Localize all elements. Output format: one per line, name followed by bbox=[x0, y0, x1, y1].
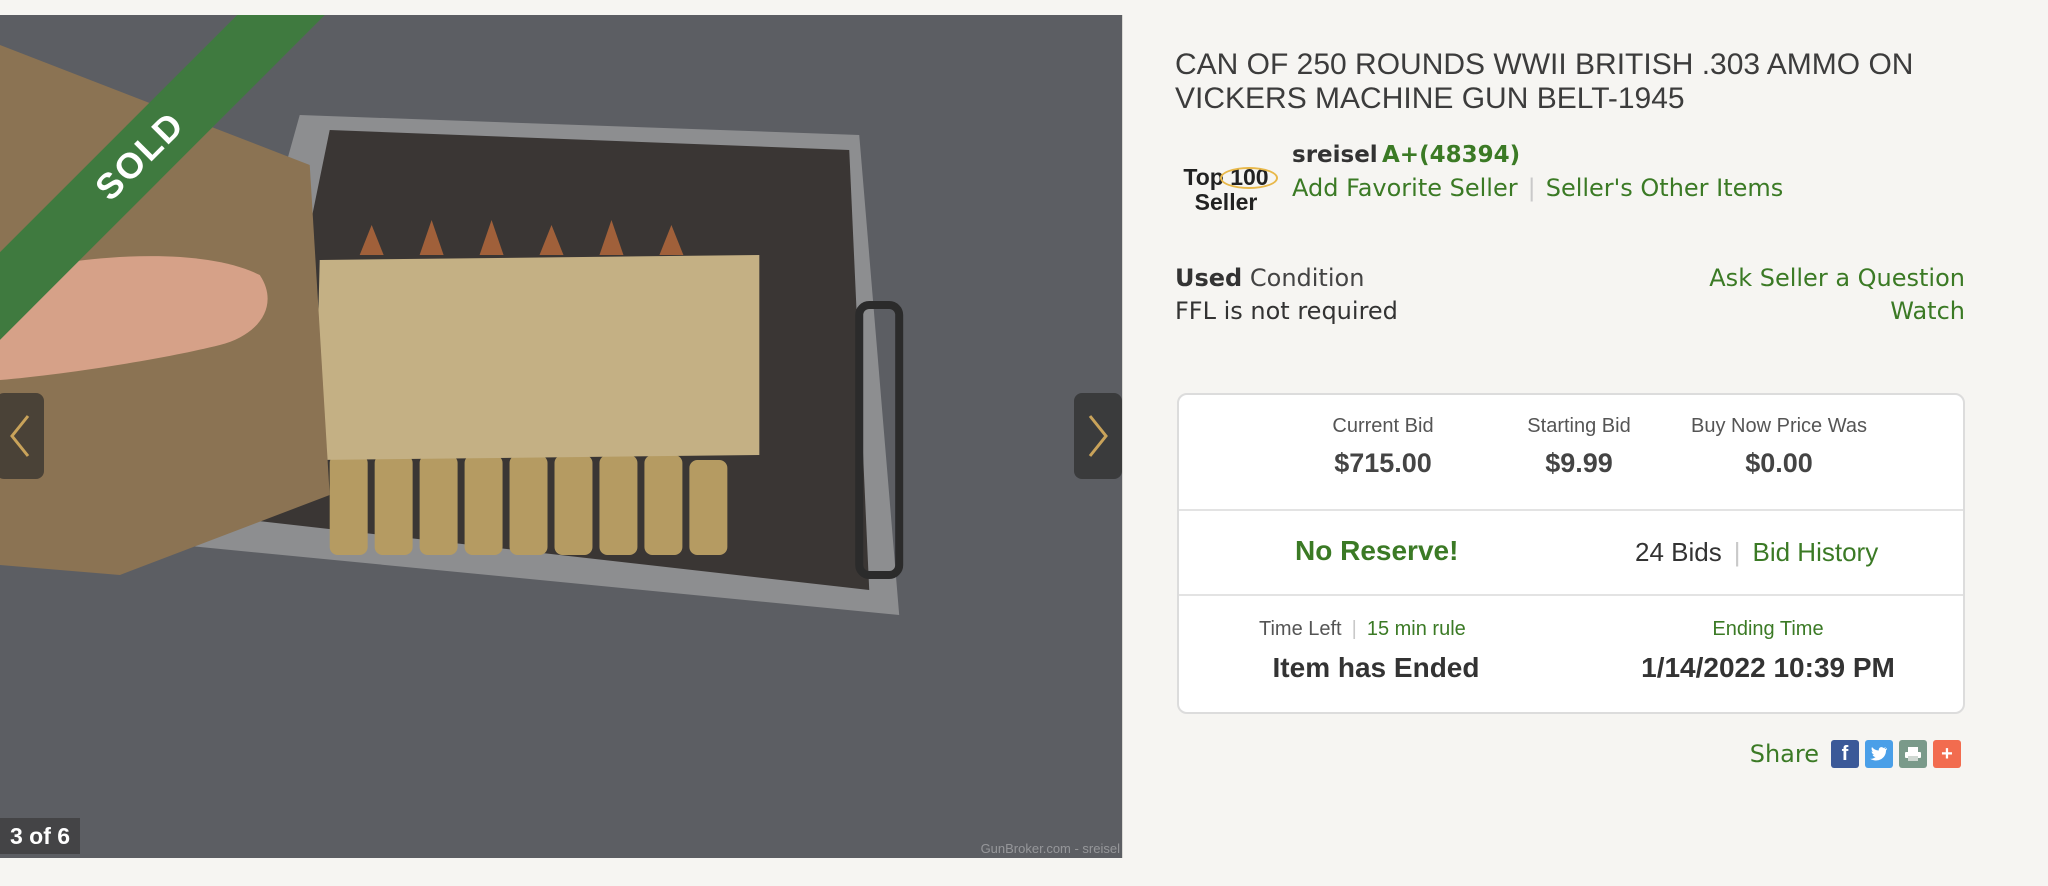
time-left-label-row: Time Left | 15 min rule bbox=[1259, 618, 1466, 641]
ask-seller-question-link[interactable]: Ask Seller a Question bbox=[1709, 264, 1965, 292]
time-left-value: Item has Ended bbox=[1272, 652, 1480, 683]
share-label: Share bbox=[1749, 740, 1819, 768]
divider: | bbox=[1733, 537, 1741, 567]
time-row: Time Left | 15 min rule Item has Ended End… bbox=[1179, 596, 1963, 714]
ending-time-value: 1/14/2022 10:39 PM bbox=[1641, 652, 1895, 683]
buy-now-label: Buy Now Price Was bbox=[1691, 415, 1867, 437]
chevron-right-icon bbox=[1088, 415, 1108, 457]
current-bid: Current Bid $715.00 bbox=[1303, 415, 1463, 479]
facebook-icon[interactable]: f bbox=[1831, 740, 1859, 768]
twitter-icon[interactable] bbox=[1865, 740, 1893, 768]
print-icon[interactable] bbox=[1899, 740, 1927, 768]
divider: | bbox=[1527, 174, 1536, 202]
image-counter: 3 of 6 bbox=[0, 818, 81, 854]
top-100-seller-badge: Top 100 Seller bbox=[1180, 165, 1278, 221]
fifteen-min-rule-link[interactable]: 15 min rule bbox=[1367, 618, 1466, 640]
seller-other-items-link[interactable]: Seller's Other Items bbox=[1546, 174, 1784, 202]
current-bid-label: Current Bid bbox=[1332, 415, 1434, 437]
current-bid-value: $715.00 bbox=[1334, 448, 1432, 478]
share-bar: Share f + bbox=[1750, 740, 1961, 768]
chevron-left-icon bbox=[10, 415, 30, 457]
badge-ring-icon bbox=[1220, 167, 1278, 189]
seller-links: Add Favorite Seller | Seller's Other Items bbox=[1292, 174, 1783, 202]
condition-value: Used bbox=[1175, 264, 1243, 292]
image-gallery[interactable]: SOLD 3 of 6 GunBroker.com - sreisel bbox=[0, 15, 1123, 858]
divider: | bbox=[1351, 618, 1357, 640]
watermark: GunBroker.com - sreisel bbox=[980, 841, 1120, 856]
add-favorite-seller-link[interactable]: Add Favorite Seller bbox=[1292, 174, 1518, 202]
bid-count: 24 Bids bbox=[1635, 537, 1722, 567]
watch-link[interactable]: Watch bbox=[1890, 297, 1965, 325]
starting-bid: Starting Bid $9.99 bbox=[1499, 415, 1659, 479]
reserve-row: No Reserve! 24 Bids | Bid History bbox=[1179, 511, 1963, 596]
ffl-status: FFL is not required bbox=[1175, 297, 1398, 325]
more-icon[interactable]: + bbox=[1933, 740, 1961, 768]
ending-time-label: Ending Time bbox=[1712, 618, 1824, 640]
listing-title: CAN OF 250 ROUNDS WWII BRITISH .303 AMMO… bbox=[1175, 48, 1914, 115]
reserve-status: No Reserve! bbox=[1295, 535, 1459, 566]
seller-name[interactable]: sreisel bbox=[1292, 142, 1378, 168]
starting-bid-label: Starting Bid bbox=[1527, 415, 1631, 437]
previous-image-button[interactable] bbox=[0, 393, 44, 479]
price-row: Current Bid $715.00 Starting Bid $9.99 B… bbox=[1179, 395, 1963, 511]
seller-rating[interactable]: A+(48394) bbox=[1382, 142, 1520, 168]
bid-history-link[interactable]: Bid History bbox=[1753, 537, 1879, 567]
condition: Used Condition bbox=[1175, 264, 1364, 292]
condition-label: Condition bbox=[1249, 264, 1365, 292]
next-image-button[interactable] bbox=[1074, 393, 1122, 479]
bid-info-box: Current Bid $715.00 Starting Bid $9.99 B… bbox=[1177, 393, 1965, 714]
buy-now-price: Buy Now Price Was $0.00 bbox=[1679, 415, 1879, 479]
starting-bid-value: $9.99 bbox=[1545, 448, 1613, 478]
time-left-label: Time Left bbox=[1259, 618, 1342, 640]
badge-line-2: Seller bbox=[1194, 189, 1258, 215]
bid-count-row: 24 Bids | Bid History bbox=[1635, 537, 1878, 568]
buy-now-value: $0.00 bbox=[1745, 448, 1813, 478]
